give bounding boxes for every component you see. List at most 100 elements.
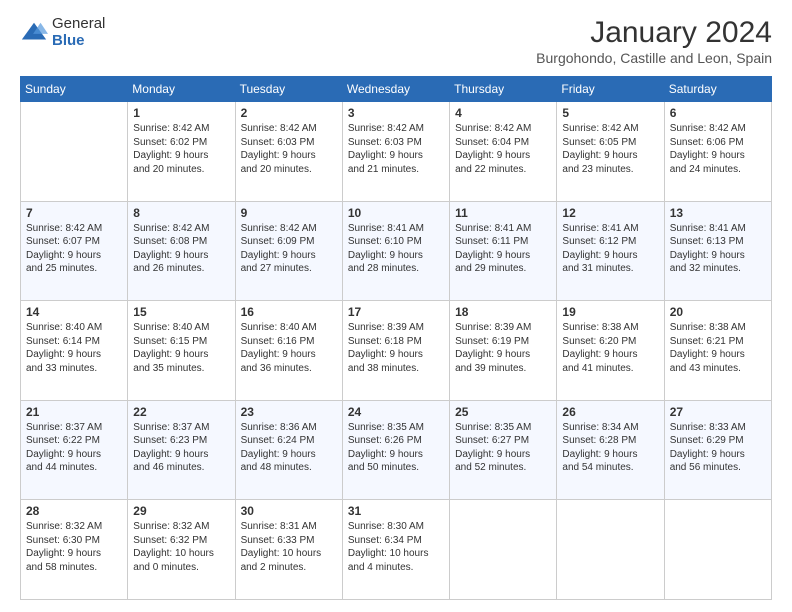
weekday-header-friday: Friday xyxy=(557,77,664,102)
day-info: Sunrise: 8:39 AMSunset: 6:19 PMDaylight:… xyxy=(455,321,551,375)
day-number: 30 xyxy=(241,504,337,518)
calendar-cell: 15Sunrise: 8:40 AMSunset: 6:15 PMDayligh… xyxy=(128,301,235,401)
calendar-cell: 27 Sunrise: 8:33 AMSunset: 6:29 PMDayligh… xyxy=(664,400,771,500)
calendar-cell: 5 Sunrise: 8:42 AMSunset: 6:05 PMDaylight… xyxy=(557,102,664,202)
day-info: Sunrise: 8:42 AMSunset: 6:02 PMDaylight:… xyxy=(133,122,229,176)
calendar-cell: 1Sunrise: 8:42 AMSunset: 6:02 PMDaylight… xyxy=(128,102,235,202)
day-number: 25 xyxy=(455,405,551,419)
day-number: 27 xyxy=(670,405,766,419)
day-info: Sunrise: 8:41 AMSunset: 6:13 PMDaylight:… xyxy=(670,222,766,276)
day-info: Sunrise: 8:30 AMSunset: 6:34 PMDaylight:… xyxy=(348,520,444,574)
logo-blue: Blue xyxy=(52,33,105,50)
calendar-table: SundayMondayTuesdayWednesdayThursdayFrid… xyxy=(20,76,772,600)
day-info: Sunrise: 8:42 AMSunset: 6:04 PMDaylight:… xyxy=(455,122,551,176)
day-number: 24 xyxy=(348,405,444,419)
day-number: 9 xyxy=(241,206,337,220)
calendar-cell: 2Sunrise: 8:42 AMSunset: 6:03 PMDaylight… xyxy=(235,102,342,202)
day-info: Sunrise: 8:37 AMSunset: 6:22 PMDaylight:… xyxy=(26,421,122,475)
day-info: Sunrise: 8:40 AMSunset: 6:16 PMDaylight:… xyxy=(241,321,337,375)
calendar-cell: 18 Sunrise: 8:39 AMSunset: 6:19 PMDayligh… xyxy=(450,301,557,401)
logo-text: General Blue xyxy=(52,16,105,49)
weekday-header-saturday: Saturday xyxy=(664,77,771,102)
calendar-week-5: 28Sunrise: 8:32 AMSunset: 6:30 PMDayligh… xyxy=(21,500,772,600)
calendar-cell: 30 Sunrise: 8:31 AMSunset: 6:33 PMDayligh… xyxy=(235,500,342,600)
calendar-header-row: SundayMondayTuesdayWednesdayThursdayFrid… xyxy=(21,77,772,102)
day-number: 7 xyxy=(26,206,122,220)
logo: General Blue xyxy=(20,16,105,49)
calendar-cell: 4Sunrise: 8:42 AMSunset: 6:04 PMDaylight… xyxy=(450,102,557,202)
calendar-cell: 25 Sunrise: 8:35 AMSunset: 6:27 PMDayligh… xyxy=(450,400,557,500)
day-number: 19 xyxy=(562,305,658,319)
calendar-week-2: 7 Sunrise: 8:42 AMSunset: 6:07 PMDaylight… xyxy=(21,201,772,301)
calendar-cell: 3 Sunrise: 8:42 AMSunset: 6:03 PMDaylight… xyxy=(342,102,449,202)
calendar-cell: 28Sunrise: 8:32 AMSunset: 6:30 PMDayligh… xyxy=(21,500,128,600)
day-number: 18 xyxy=(455,305,551,319)
calendar-cell: 9 Sunrise: 8:42 AMSunset: 6:09 PMDaylight… xyxy=(235,201,342,301)
calendar-week-4: 21 Sunrise: 8:37 AMSunset: 6:22 PMDayligh… xyxy=(21,400,772,500)
logo-icon xyxy=(20,19,48,47)
day-number: 10 xyxy=(348,206,444,220)
calendar-cell: 22 Sunrise: 8:37 AMSunset: 6:23 PMDayligh… xyxy=(128,400,235,500)
calendar-cell: 12 Sunrise: 8:41 AMSunset: 6:12 PMDayligh… xyxy=(557,201,664,301)
main-title: January 2024 xyxy=(536,16,772,50)
day-number: 20 xyxy=(670,305,766,319)
weekday-header-wednesday: Wednesday xyxy=(342,77,449,102)
calendar-cell: 23 Sunrise: 8:36 AMSunset: 6:24 PMDayligh… xyxy=(235,400,342,500)
day-number: 6 xyxy=(670,106,766,120)
day-number: 3 xyxy=(348,106,444,120)
calendar-cell xyxy=(664,500,771,600)
day-info: Sunrise: 8:41 AMSunset: 6:10 PMDaylight:… xyxy=(348,222,444,276)
day-number: 14 xyxy=(26,305,122,319)
day-info: Sunrise: 8:42 AMSunset: 6:03 PMDaylight:… xyxy=(348,122,444,176)
calendar-cell: 16 Sunrise: 8:40 AMSunset: 6:16 PMDayligh… xyxy=(235,301,342,401)
day-info: Sunrise: 8:39 AMSunset: 6:18 PMDaylight:… xyxy=(348,321,444,375)
day-info: Sunrise: 8:40 AMSunset: 6:14 PMDaylight:… xyxy=(26,321,122,375)
day-info: Sunrise: 8:41 AMSunset: 6:11 PMDaylight:… xyxy=(455,222,551,276)
day-number: 22 xyxy=(133,405,229,419)
day-info: Sunrise: 8:35 AMSunset: 6:27 PMDaylight:… xyxy=(455,421,551,475)
day-info: Sunrise: 8:35 AMSunset: 6:26 PMDaylight:… xyxy=(348,421,444,475)
calendar-cell: 19 Sunrise: 8:38 AMSunset: 6:20 PMDayligh… xyxy=(557,301,664,401)
day-info: Sunrise: 8:38 AMSunset: 6:21 PMDaylight:… xyxy=(670,321,766,375)
day-info: Sunrise: 8:42 AMSunset: 6:09 PMDaylight:… xyxy=(241,222,337,276)
calendar-cell: 24 Sunrise: 8:35 AMSunset: 6:26 PMDayligh… xyxy=(342,400,449,500)
day-info: Sunrise: 8:41 AMSunset: 6:12 PMDaylight:… xyxy=(562,222,658,276)
day-number: 16 xyxy=(241,305,337,319)
calendar-cell: 29Sunrise: 8:32 AMSunset: 6:32 PMDayligh… xyxy=(128,500,235,600)
day-number: 13 xyxy=(670,206,766,220)
day-info: Sunrise: 8:42 AMSunset: 6:03 PMDaylight:… xyxy=(241,122,337,176)
day-number: 11 xyxy=(455,206,551,220)
weekday-header-thursday: Thursday xyxy=(450,77,557,102)
day-info: Sunrise: 8:37 AMSunset: 6:23 PMDaylight:… xyxy=(133,421,229,475)
subtitle: Burgohondo, Castille and Leon, Spain xyxy=(536,50,772,66)
day-number: 26 xyxy=(562,405,658,419)
calendar-cell: 26Sunrise: 8:34 AMSunset: 6:28 PMDayligh… xyxy=(557,400,664,500)
day-number: 23 xyxy=(241,405,337,419)
day-info: Sunrise: 8:32 AMSunset: 6:30 PMDaylight:… xyxy=(26,520,122,574)
calendar-cell: 8Sunrise: 8:42 AMSunset: 6:08 PMDaylight… xyxy=(128,201,235,301)
day-number: 21 xyxy=(26,405,122,419)
calendar-cell: 10 Sunrise: 8:41 AMSunset: 6:10 PMDayligh… xyxy=(342,201,449,301)
day-info: Sunrise: 8:33 AMSunset: 6:29 PMDaylight:… xyxy=(670,421,766,475)
day-info: Sunrise: 8:31 AMSunset: 6:33 PMDaylight:… xyxy=(241,520,337,574)
calendar-cell: 7 Sunrise: 8:42 AMSunset: 6:07 PMDaylight… xyxy=(21,201,128,301)
calendar-cell xyxy=(557,500,664,600)
header: General Blue January 2024 Burgohondo, Ca… xyxy=(20,16,772,66)
weekday-header-sunday: Sunday xyxy=(21,77,128,102)
day-number: 29 xyxy=(133,504,229,518)
day-number: 5 xyxy=(562,106,658,120)
weekday-header-monday: Monday xyxy=(128,77,235,102)
calendar-cell: 20 Sunrise: 8:38 AMSunset: 6:21 PMDayligh… xyxy=(664,301,771,401)
day-info: Sunrise: 8:38 AMSunset: 6:20 PMDaylight:… xyxy=(562,321,658,375)
page: General Blue January 2024 Burgohondo, Ca… xyxy=(0,0,792,612)
day-number: 12 xyxy=(562,206,658,220)
day-info: Sunrise: 8:42 AMSunset: 6:05 PMDaylight:… xyxy=(562,122,658,176)
day-number: 31 xyxy=(348,504,444,518)
day-info: Sunrise: 8:42 AMSunset: 6:08 PMDaylight:… xyxy=(133,222,229,276)
calendar-cell: 11 Sunrise: 8:41 AMSunset: 6:11 PMDayligh… xyxy=(450,201,557,301)
day-info: Sunrise: 8:36 AMSunset: 6:24 PMDaylight:… xyxy=(241,421,337,475)
day-info: Sunrise: 8:42 AMSunset: 6:07 PMDaylight:… xyxy=(26,222,122,276)
logo-general: General xyxy=(52,16,105,33)
day-number: 15 xyxy=(133,305,229,319)
calendar-cell xyxy=(450,500,557,600)
